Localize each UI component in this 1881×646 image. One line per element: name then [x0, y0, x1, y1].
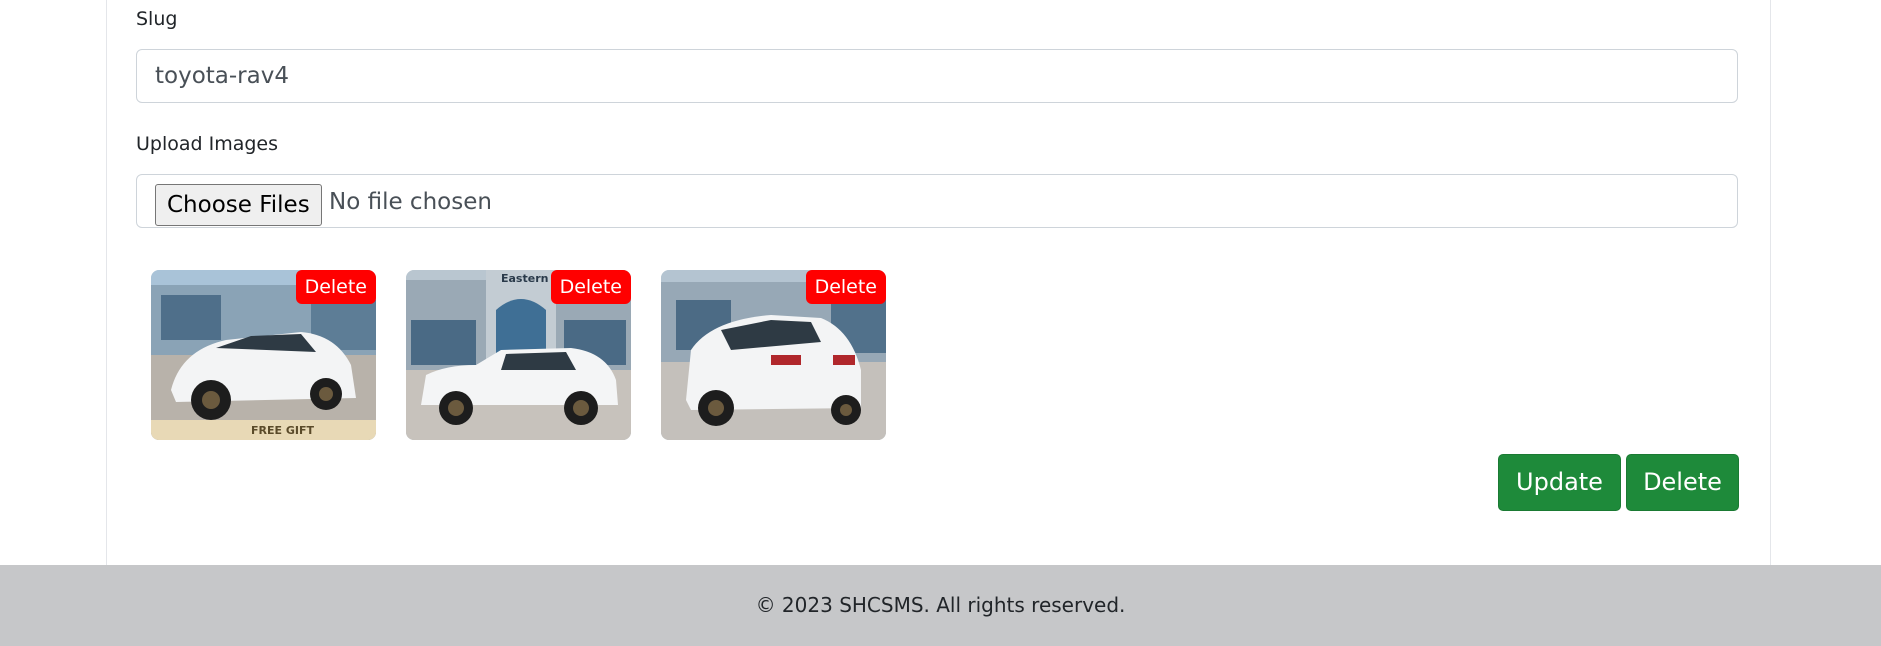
delete-image-button[interactable]: Delete — [550, 270, 631, 304]
car-image-thumbnail: Delete — [661, 270, 886, 440]
delete-button[interactable]: Delete — [1626, 454, 1739, 511]
banner-text: FREE GIFT — [251, 424, 314, 437]
upload-images-label: Upload Images — [136, 133, 279, 155]
footer-copyright: © 2023 SHCSMS. All rights reserved. — [755, 593, 1126, 617]
slug-input[interactable]: toyota-rav4 — [136, 49, 1738, 103]
choose-files-button[interactable]: Choose Files — [155, 184, 322, 226]
update-button[interactable]: Update — [1498, 454, 1621, 511]
slug-label: Slug — [136, 8, 178, 30]
delete-image-button[interactable]: Delete — [295, 270, 376, 304]
file-input[interactable]: Choose Files No file chosen — [136, 174, 1738, 228]
dealership-sign-text: Eastern — [501, 272, 548, 285]
car-image-thumbnail: FREE GIFT Delete — [151, 270, 376, 440]
no-file-text: No file chosen — [329, 189, 492, 215]
footer: © 2023 SHCSMS. All rights reserved. — [0, 565, 1881, 646]
car-image-thumbnail: Eastern Delete — [406, 270, 631, 440]
delete-image-button[interactable]: Delete — [805, 270, 886, 304]
